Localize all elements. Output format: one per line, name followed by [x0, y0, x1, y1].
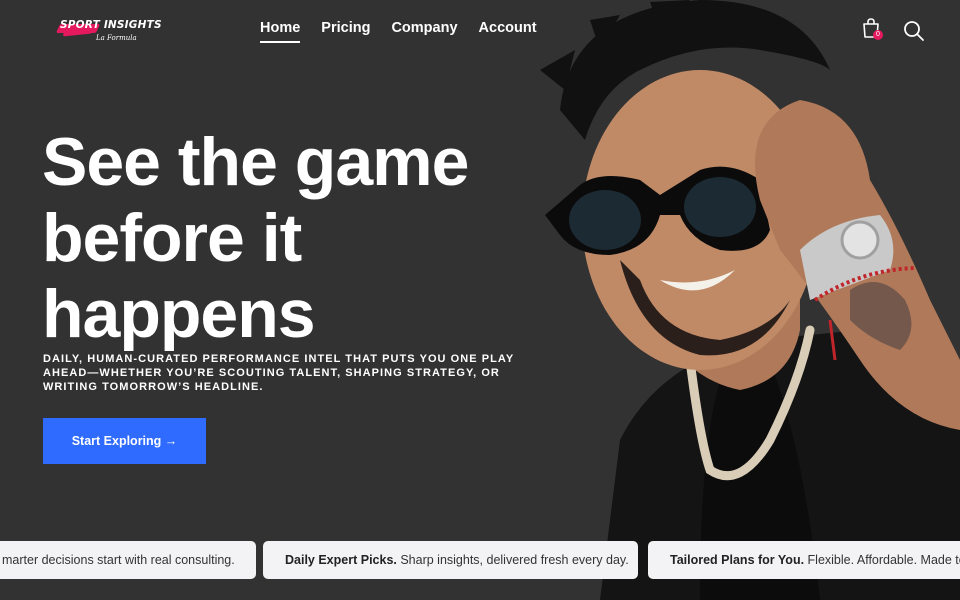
- nav-pricing[interactable]: Pricing: [321, 19, 370, 43]
- ticker-card-text: Flexible. Affordable. Made to fi: [807, 553, 960, 567]
- nav-home[interactable]: Home: [260, 19, 301, 43]
- nav-company[interactable]: Company: [391, 19, 457, 43]
- ticker-card: marter decisions start with real consult…: [0, 541, 256, 579]
- ticker-card-text: marter decisions start with real consult…: [2, 553, 235, 567]
- feature-ticker: marter decisions start with real consult…: [0, 541, 960, 579]
- ticker-card: Daily Expert Picks. Sharp insights, deli…: [263, 541, 638, 579]
- brand-logo[interactable]: SPORT INSIGHTS La Formula: [55, 14, 162, 48]
- ticker-card-title: Daily Expert Picks.: [285, 553, 401, 567]
- ticker-card-title: Tailored Plans for You.: [670, 553, 808, 567]
- search-icon: [904, 21, 924, 41]
- ticker-card-text: Sharp insights, delivered fresh every da…: [400, 553, 629, 567]
- main-nav: Home Pricing Company Account: [260, 19, 537, 43]
- cart-count-badge: 0: [873, 30, 883, 40]
- hero-subheading: Daily, human-curated performance intel t…: [43, 353, 515, 393]
- hero-headline-line: before it: [42, 200, 302, 276]
- hero-headline-line: happens: [42, 276, 316, 352]
- start-exploring-button[interactable]: Start Exploring →: [43, 418, 206, 464]
- search-button[interactable]: [903, 20, 925, 42]
- logo-wordmark: SPORT INSIGHTS: [60, 19, 162, 31]
- logo-tagline: La Formula: [96, 34, 137, 42]
- hero-headline-line: See the game: [42, 124, 469, 200]
- cart-button[interactable]: 0: [862, 18, 884, 42]
- hero-headline: See the game before it happens: [42, 124, 542, 352]
- ticker-card: Tailored Plans for You. Flexible. Afford…: [648, 541, 960, 579]
- nav-account[interactable]: Account: [479, 19, 537, 43]
